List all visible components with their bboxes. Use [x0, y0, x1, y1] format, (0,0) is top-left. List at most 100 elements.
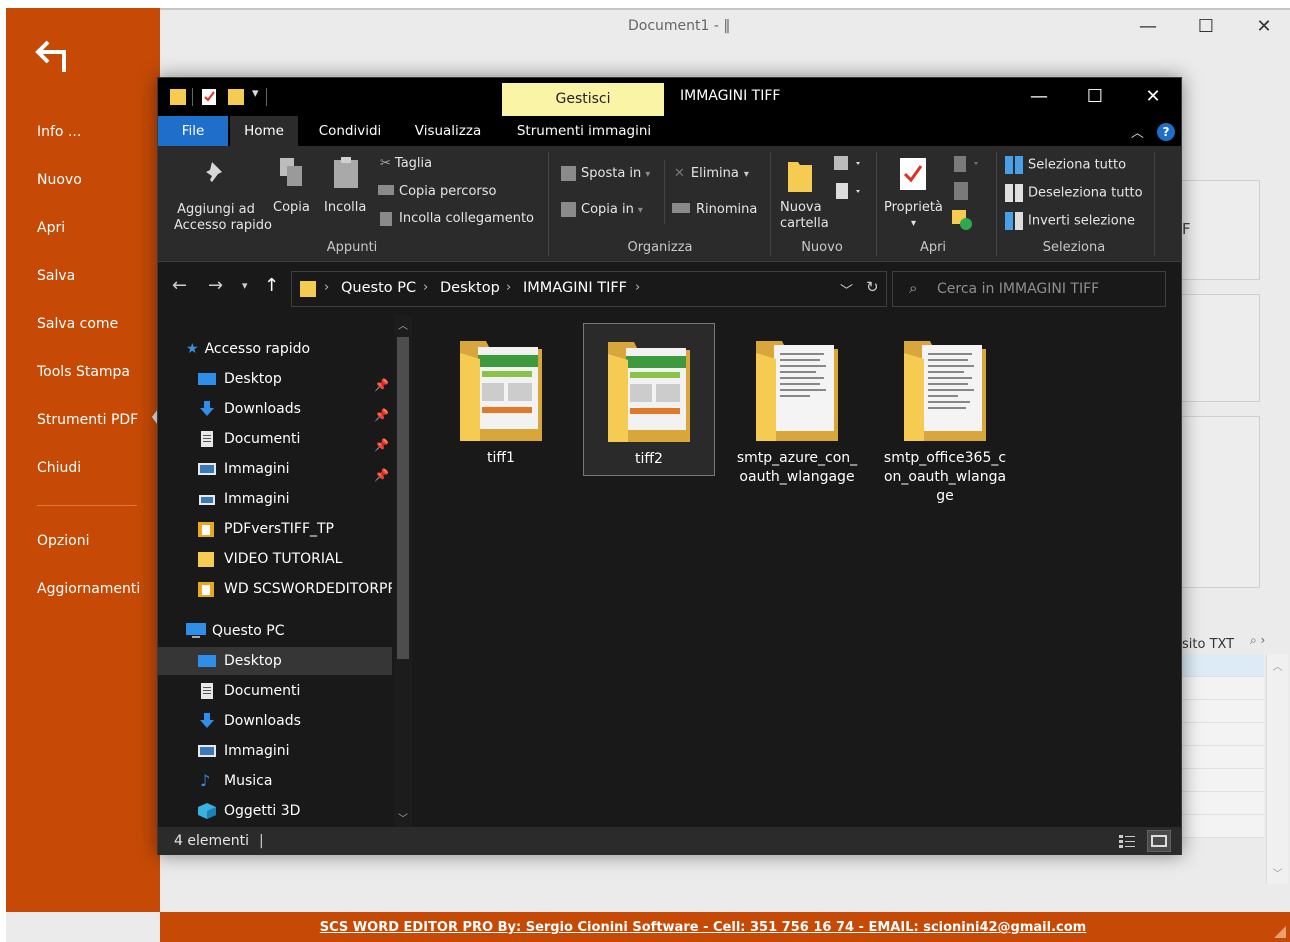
- search-box[interactable]: ⌕: [892, 271, 1166, 307]
- nav-quick-immagini[interactable]: Immagini 📌: [158, 455, 392, 483]
- nav-pc-oggetti-3d[interactable]: Oggetti 3D: [158, 797, 392, 825]
- copy-to-button[interactable]: Copia in ▾: [561, 202, 643, 217]
- maximize-button[interactable]: ☐: [1072, 82, 1118, 112]
- nav-pc-musica[interactable]: ♪ Musica: [158, 767, 392, 795]
- tab-visualizza[interactable]: Visualizza: [402, 116, 494, 146]
- rename-button[interactable]: Rinomina: [672, 202, 757, 217]
- bg-scrollbar[interactable]: ︿ ﹀: [1266, 654, 1288, 884]
- pin-quick-access-button[interactable]: Aggiungi ad Accesso rapido: [174, 202, 272, 234]
- copy-icon[interactable]: [278, 156, 304, 190]
- select-all-button[interactable]: Seleziona tutto: [1005, 156, 1126, 174]
- nav-quick-documenti[interactable]: Documenti 📌: [158, 425, 392, 453]
- context-tab-gestisci[interactable]: Gestisci: [502, 83, 664, 116]
- app-maximize-button[interactable]: ☐: [1186, 12, 1226, 42]
- invert-selection-button[interactable]: Inverti selezione: [1005, 212, 1135, 230]
- search-input[interactable]: [937, 279, 1157, 299]
- back-arrow-icon[interactable]: [34, 32, 78, 76]
- backstage-nuovo[interactable]: Nuovo: [37, 172, 82, 188]
- app-close-button[interactable]: ✕: [1244, 12, 1284, 42]
- new-folder-button[interactable]: Nuova cartella: [780, 200, 829, 232]
- delete-button[interactable]: ✕ Elimina ▾: [674, 166, 749, 181]
- help-icon[interactable]: ?: [1157, 122, 1175, 141]
- backstage-tools-stampa[interactable]: Tools Stampa: [37, 364, 130, 380]
- scissors-icon: ✂: [380, 156, 391, 171]
- footer-credits[interactable]: SCS WORD EDITOR PRO By: Sergio Cionini S…: [160, 920, 1246, 935]
- scroll-down-icon[interactable]: ﹀: [1267, 865, 1288, 880]
- deselect-all-button[interactable]: Deseleziona tutto: [1005, 184, 1143, 202]
- file-item-smtp-azure[interactable]: smtp_azure_con_oauth_wlangage: [731, 323, 863, 493]
- scroll-up-icon[interactable]: ︿: [398, 317, 408, 332]
- recent-locations-icon[interactable]: ▾: [242, 279, 248, 292]
- nav-pc-downloads[interactable]: Downloads: [158, 707, 392, 735]
- address-dropdown-icon[interactable]: ﹀: [840, 280, 853, 299]
- backstage-apri[interactable]: Apri: [37, 220, 65, 236]
- close-button[interactable]: ✕: [1130, 82, 1176, 112]
- address-bar[interactable]: › Questo PC › Desktop › IMMAGINI TIFF › …: [291, 271, 887, 307]
- copy-path-button[interactable]: Copia percorso: [378, 184, 496, 199]
- nav-pc-documenti[interactable]: Documenti: [158, 677, 392, 705]
- nav-scroll-thumb[interactable]: [397, 337, 409, 659]
- nav-questo-pc[interactable]: Questo PC: [186, 617, 285, 645]
- ribbon-separator: [548, 152, 549, 256]
- qa-customize-icon[interactable]: ▾: [252, 86, 259, 101]
- file-item-tiff1[interactable]: tiff1: [435, 323, 567, 474]
- forward-arrow-icon[interactable]: →: [208, 275, 223, 296]
- tab-home[interactable]: Home: [230, 116, 298, 146]
- properties-check-icon[interactable]: [202, 88, 218, 106]
- backstage-salva[interactable]: Salva: [37, 268, 75, 284]
- details-view-icon[interactable]: [1116, 831, 1138, 851]
- breadcrumb-questo-pc[interactable]: Questo PC: [341, 280, 416, 296]
- new-folder-icon[interactable]: [786, 156, 814, 196]
- nav-accesso-rapido[interactable]: ★ Accesso rapido: [186, 335, 310, 363]
- tab-file[interactable]: File: [158, 116, 228, 146]
- nav-quick-video-tutorial[interactable]: VIDEO TUTORIAL: [158, 545, 392, 573]
- easy-access-icon[interactable]: [834, 182, 864, 200]
- tab-condividi[interactable]: Condividi: [308, 116, 392, 146]
- backstage-strumenti-pdf[interactable]: Strumenti PDF: [37, 412, 138, 428]
- navigation-pane: ★ Accesso rapido Desktop 📌 Downloads 📌 Do…: [158, 315, 413, 827]
- cut-button[interactable]: ✂ Taglia: [380, 156, 432, 171]
- nav-quick-immagini-2[interactable]: Immagini: [158, 485, 392, 513]
- scroll-up-icon[interactable]: ︿: [1267, 658, 1288, 673]
- properties-icon[interactable]: [898, 156, 928, 192]
- up-arrow-icon[interactable]: ↑: [264, 275, 279, 296]
- refresh-icon[interactable]: ↻: [866, 278, 879, 296]
- paste-shortcut-button[interactable]: Incolla collegamento: [380, 211, 534, 226]
- nav-quick-desktop[interactable]: Desktop 📌: [158, 365, 392, 393]
- nav-pc-immagini[interactable]: Immagini: [158, 737, 392, 765]
- copy-button[interactable]: Copia: [273, 200, 310, 215]
- backstage-salva-come[interactable]: Salva come: [37, 316, 118, 332]
- backstage-info[interactable]: Info ...: [37, 124, 81, 140]
- file-item-tiff2[interactable]: tiff2: [583, 323, 715, 476]
- back-arrow-icon[interactable]: ←: [172, 275, 187, 296]
- breadcrumb-immagini-tiff[interactable]: IMMAGINI TIFF: [523, 280, 627, 296]
- nav-quick-wd-scswordeditorpro[interactable]: WD SCSWORDEDITORPRO: [158, 575, 392, 603]
- bg-search-icon[interactable]: ⌕ ›: [1250, 633, 1265, 648]
- nav-scrollbar[interactable]: ︿ ﹀: [394, 315, 412, 827]
- folder-icon[interactable]: [170, 88, 186, 106]
- backstage-aggiornamenti[interactable]: Aggiornamenti: [37, 581, 140, 597]
- nav-pc-desktop[interactable]: Desktop: [158, 647, 392, 675]
- nav-quick-pdfverstiff[interactable]: PDFversTIFF_TP: [158, 515, 392, 543]
- minimize-button[interactable]: —: [1016, 82, 1062, 112]
- backstage-chiudi[interactable]: Chiudi: [37, 460, 81, 476]
- move-to-button[interactable]: Sposta in ▾: [561, 166, 650, 181]
- breadcrumb-desktop[interactable]: Desktop: [440, 280, 500, 296]
- new-item-icon[interactable]: [834, 154, 864, 172]
- new-folder-icon[interactable]: [228, 88, 244, 106]
- app-minimize-button[interactable]: —: [1128, 12, 1168, 42]
- nav-quick-downloads[interactable]: Downloads 📌: [158, 395, 392, 423]
- collapse-ribbon-icon[interactable]: ︿: [1131, 122, 1144, 141]
- open-history-icons[interactable]: [952, 154, 984, 234]
- backstage-separator: [37, 505, 137, 506]
- pin-icon[interactable]: [202, 158, 228, 188]
- large-icons-view-icon[interactable]: [1147, 830, 1171, 852]
- properties-button[interactable]: Proprietà ▾: [884, 200, 943, 232]
- paste-icon[interactable]: [332, 156, 360, 190]
- scroll-down-icon[interactable]: ﹀: [398, 810, 408, 825]
- paste-button[interactable]: Incolla: [324, 200, 366, 215]
- resize-grip-icon[interactable]: [1274, 926, 1286, 938]
- file-item-smtp-office365[interactable]: smtp_office365_con_oauth_wlangage: [879, 323, 1011, 512]
- tab-strumenti-immagini[interactable]: Strumenti immagini: [504, 116, 664, 146]
- backstage-opzioni[interactable]: Opzioni: [37, 533, 89, 549]
